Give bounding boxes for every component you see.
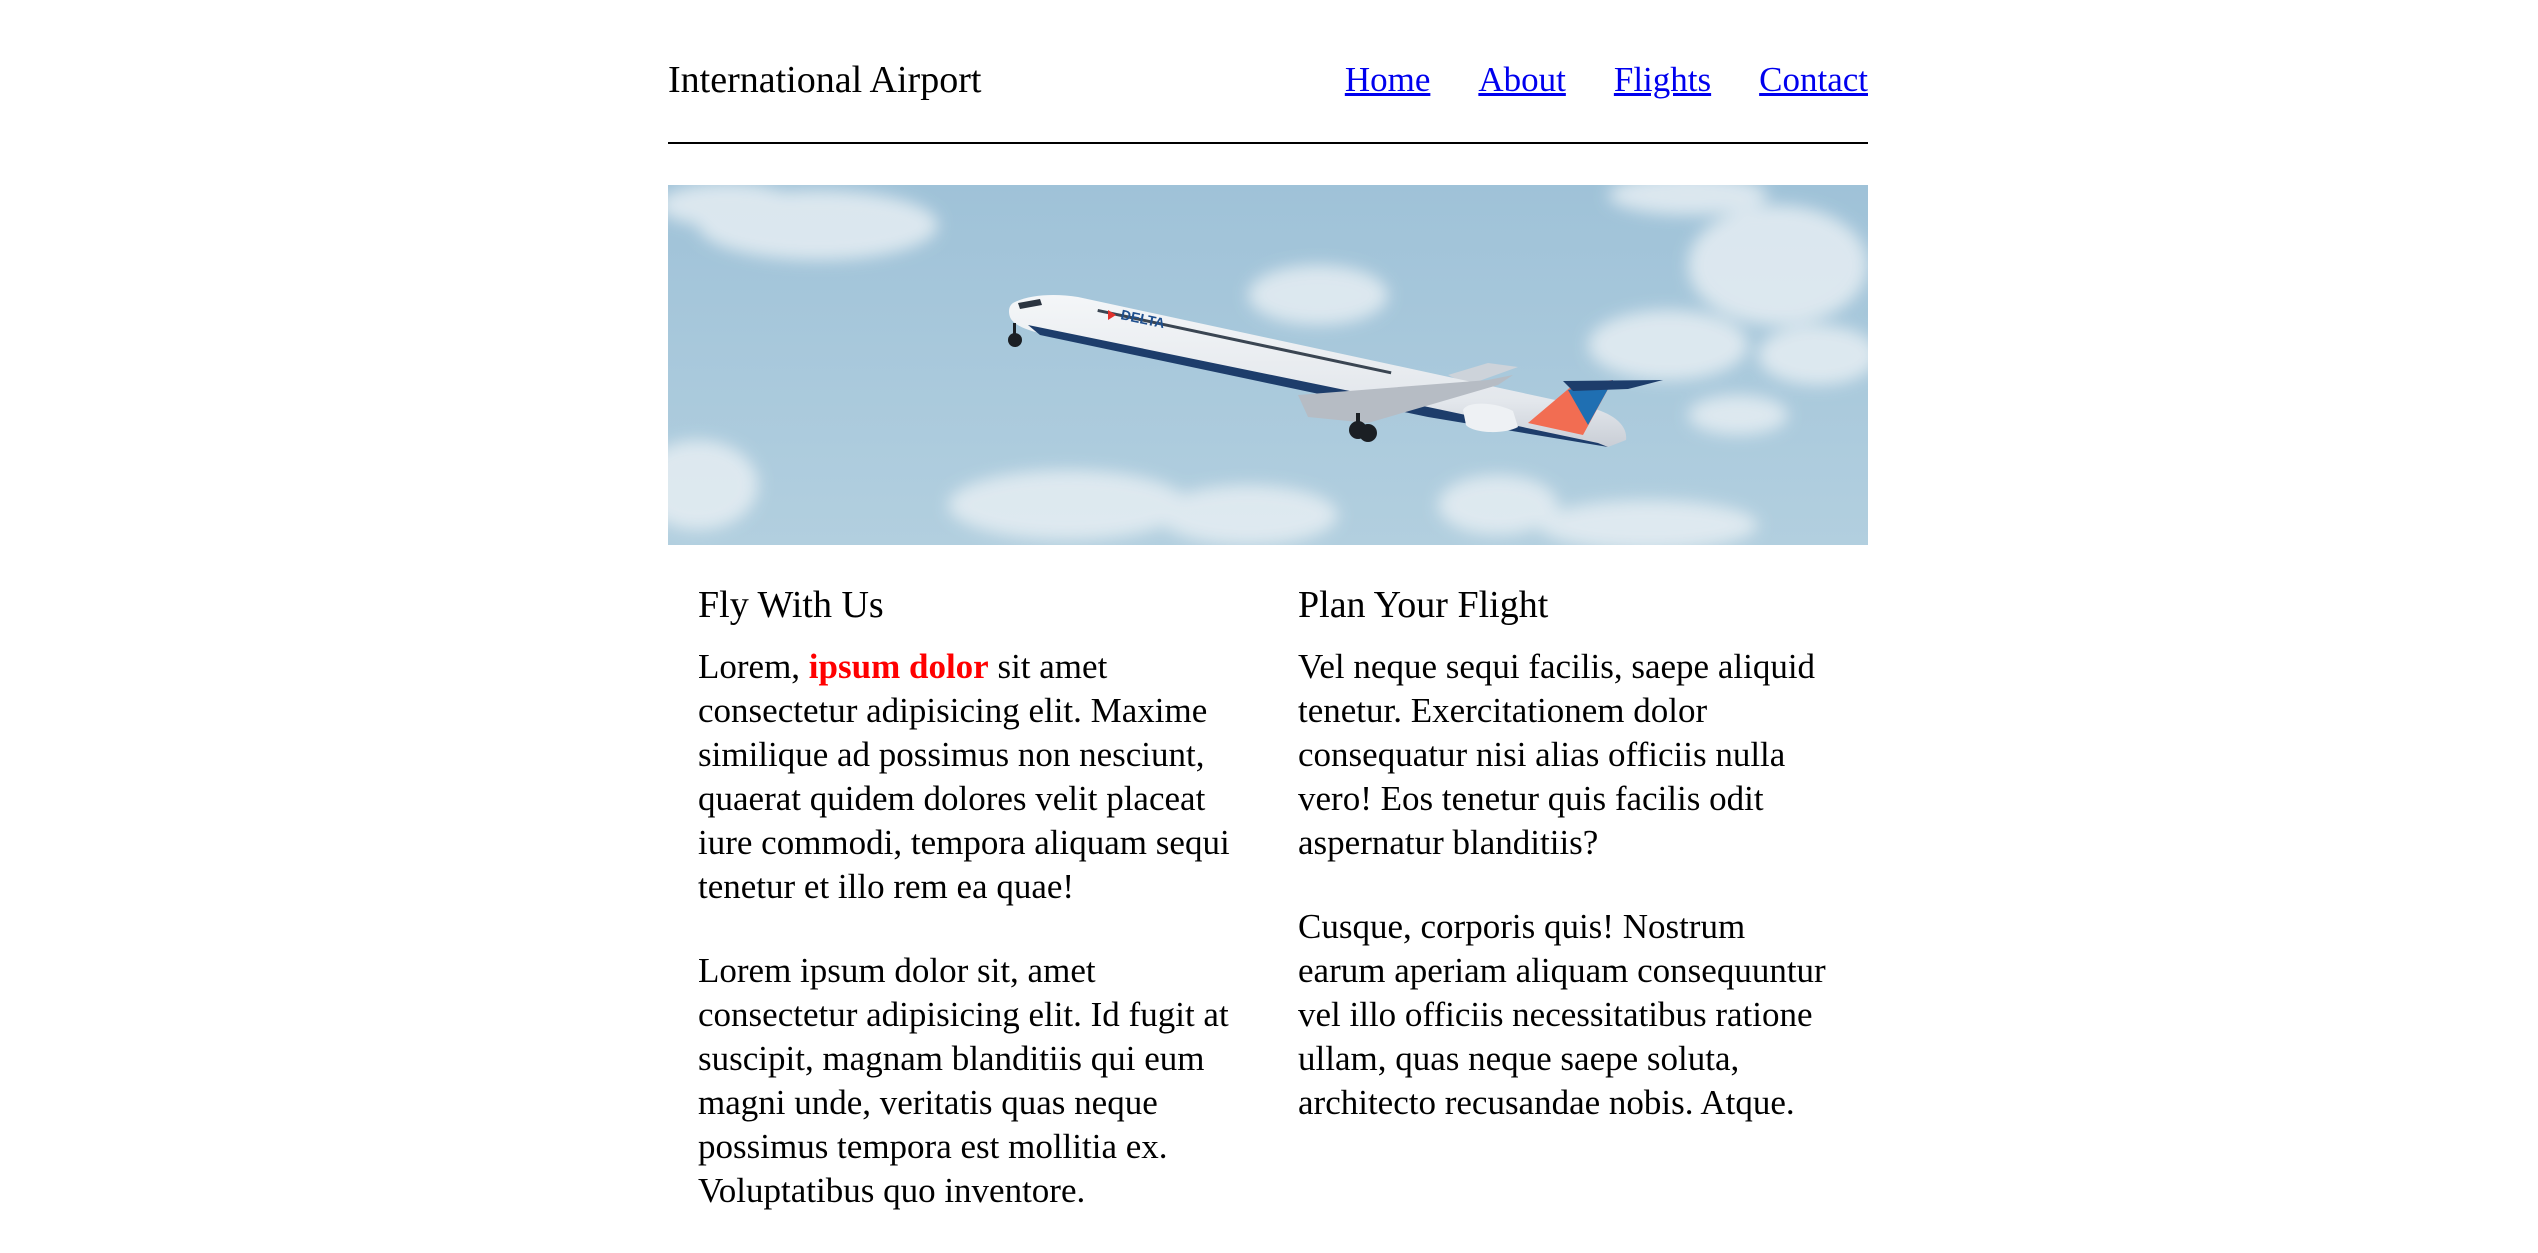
site-title: International Airport [668,59,982,101]
nav-contact-link[interactable]: Contact [1759,52,1868,108]
nav-home-link[interactable]: Home [1345,52,1431,108]
section-title: Plan Your Flight [1298,584,1549,626]
nav-flights-link[interactable]: Flights [1614,52,1711,108]
section-paragraph: Vel neque sequi facilis, saepe aliquid t… [1298,647,1816,862]
fly-with-us-section: Fly With Us Lorem, ipsum dolor sit amet … [698,565,1238,1253]
content-columns: Fly With Us Lorem, ipsum dolor sit amet … [668,565,1868,1253]
highlighted-text: ipsum dolor [808,647,989,686]
airplane-image: DELTA [668,185,1868,545]
section-paragraph: Lorem, ipsum dolor sit amet consectetur … [698,645,1238,909]
main-nav: Home About Flights Contact [1345,52,1868,108]
page-container: International Airport Home About Flights… [668,0,1868,1253]
paragraph-text: Lorem, [698,647,809,686]
section-title: Fly With Us [698,584,884,626]
section-paragraph: Lorem ipsum dolor sit, amet consectetur … [698,951,1229,1210]
site-header: International Airport Home About Flights… [668,0,1868,144]
hero-image: DELTA [668,185,1868,545]
section-paragraph: Cusque, corporis quis! Nostrum earum ape… [1298,907,1826,1122]
plan-your-flight-section: Plan Your Flight Vel neque sequi facilis… [1298,565,1838,1253]
nav-about-link[interactable]: About [1478,52,1566,108]
